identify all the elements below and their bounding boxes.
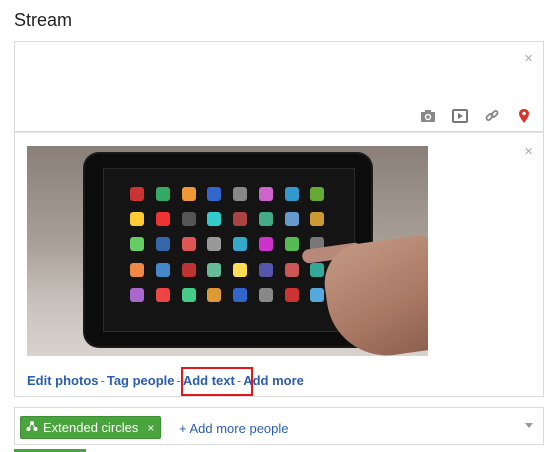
circles-icon	[26, 420, 38, 435]
remove-chip-button[interactable]: ×	[147, 421, 154, 435]
remove-attachment-button[interactable]: ×	[524, 144, 533, 159]
chip-label: Extended circles	[43, 420, 139, 435]
tag-people-link[interactable]: Tag people	[107, 373, 175, 388]
add-more-people-link[interactable]: + Add more people	[179, 421, 289, 436]
link-icon[interactable]	[483, 107, 501, 125]
post-compose-box[interactable]: ×	[14, 41, 544, 132]
share-recipients-box[interactable]: Extended circles × + Add more people	[14, 407, 544, 445]
close-compose-button[interactable]: ×	[524, 51, 533, 66]
video-icon[interactable]	[451, 107, 469, 125]
edit-photos-link[interactable]: Edit photos	[27, 373, 99, 388]
attached-photo[interactable]	[27, 146, 428, 356]
compose-toolbar	[419, 107, 533, 125]
chevron-down-icon[interactable]	[525, 423, 533, 428]
extended-circles-chip[interactable]: Extended circles ×	[20, 416, 162, 439]
camera-icon[interactable]	[419, 107, 437, 125]
location-icon[interactable]	[515, 107, 533, 125]
highlight-box	[181, 367, 253, 396]
photo-attachment: × Edit photos - Tag people - Add text - Add mo…	[14, 132, 544, 397]
photo-actions: Edit photos - Tag people - Add text - Add more	[27, 373, 304, 388]
app-grid	[130, 187, 330, 307]
stream-title: Stream	[14, 10, 73, 30]
